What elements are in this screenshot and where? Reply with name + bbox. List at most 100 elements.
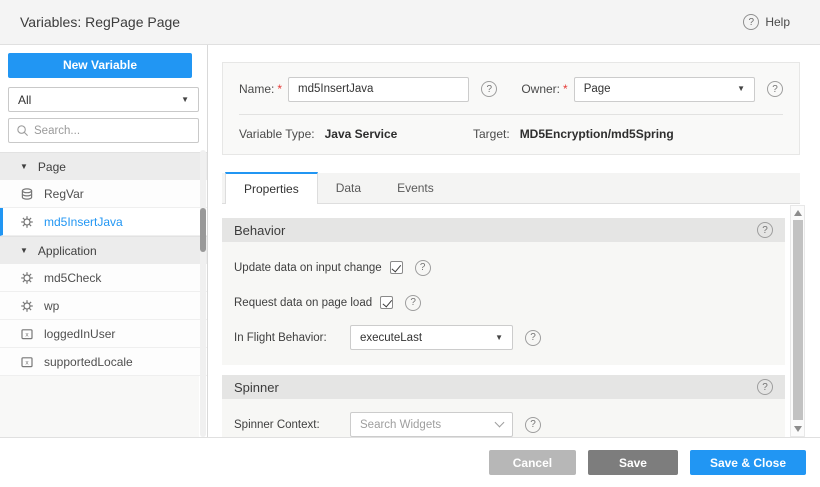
tab-events[interactable]: Events — [379, 172, 452, 203]
in-flight-behavior-row: In Flight Behavior: executeLast ▼ ? — [234, 320, 773, 355]
spinner-section-body: Spinner Context: Search Widgets ? — [222, 399, 785, 437]
name-help-icon[interactable]: ? — [481, 81, 497, 97]
in-flight-behavior-select[interactable]: executeLast ▼ — [350, 325, 513, 350]
behavior-help-icon[interactable]: ? — [757, 222, 773, 238]
variables-sidebar: New Variable All ▼ ▼ Page — [0, 45, 208, 437]
caret-down-icon: ▼ — [737, 85, 745, 93]
in-flight-behavior-value: executeLast — [360, 332, 422, 344]
owner-help-icon[interactable]: ? — [767, 81, 783, 97]
help-icon: ? — [743, 14, 759, 30]
service-variable-icon — [20, 215, 34, 229]
tree-item-label: RegVar — [44, 187, 84, 201]
required-marker: * — [563, 82, 568, 96]
tree-item-md5check[interactable]: md5Check — [0, 264, 207, 292]
service-variable-icon — [20, 299, 34, 313]
spinner-context-combobox[interactable]: Search Widgets — [350, 412, 513, 437]
svg-text:x: x — [25, 359, 29, 366]
tree-item-label: wp — [44, 299, 59, 313]
chevron-down-icon — [495, 418, 505, 428]
page-title: Variables: RegPage Page — [20, 14, 180, 30]
required-marker: * — [277, 82, 282, 96]
new-variable-button[interactable]: New Variable — [8, 53, 192, 78]
request-data-checkbox[interactable] — [380, 296, 393, 309]
search-icon — [16, 124, 29, 137]
collapse-arrow-icon: ▼ — [20, 247, 28, 255]
owner-value: Page — [584, 83, 611, 95]
target-label: Target: — [473, 127, 510, 141]
behavior-section-header: Behavior ? — [222, 218, 785, 242]
tree-item-wp[interactable]: wp — [0, 292, 207, 320]
tree-item-label: supportedLocale — [44, 355, 133, 369]
sidebar-scrollbar-thumb[interactable] — [200, 208, 206, 252]
spinner-section-header: Spinner ? — [222, 375, 785, 399]
tree-group-label: Application — [38, 244, 97, 258]
name-input[interactable] — [288, 77, 469, 102]
spinner-section-title: Spinner — [234, 380, 279, 395]
variable-filter-select[interactable]: All ▼ — [8, 87, 199, 112]
tree-item-label: loggedInUser — [44, 327, 115, 341]
behavior-section-body: Update data on input change ? Request da… — [222, 242, 785, 365]
tree-item-supportedlocale[interactable]: x supportedLocale — [0, 348, 207, 376]
variables-tree: ▼ Page RegVar md5Inser — [0, 152, 207, 376]
property-label: Spinner Context: — [234, 419, 350, 431]
property-label: Update data on input change — [234, 262, 382, 274]
content-scrollbar[interactable] — [790, 205, 805, 437]
property-help-icon[interactable]: ? — [525, 330, 541, 346]
dialog-footer: Cancel Save Save & Close — [0, 437, 820, 487]
tab-data[interactable]: Data — [318, 172, 379, 203]
dialog-header: Variables: RegPage Page ? Help — [0, 0, 820, 45]
variable-filter-value: All — [18, 93, 31, 107]
property-label: In Flight Behavior: — [234, 332, 350, 344]
tree-item-regvar[interactable]: RegVar — [0, 180, 207, 208]
tree-group-application[interactable]: ▼ Application — [0, 236, 207, 264]
sidebar-scrollbar[interactable] — [200, 150, 206, 437]
update-data-checkbox[interactable] — [390, 261, 403, 274]
type-target-row: Variable Type: Java Service Target: MD5E… — [223, 115, 799, 153]
tree-group-page[interactable]: ▼ Page — [0, 152, 207, 180]
tab-label: Properties — [244, 182, 299, 196]
tree-group-label: Page — [38, 160, 66, 174]
tab-label: Events — [397, 181, 434, 195]
collapse-arrow-icon: ▼ — [20, 163, 28, 171]
property-help-icon[interactable]: ? — [405, 295, 421, 311]
target-value: MD5Encryption/md5Spring — [520, 127, 674, 141]
cancel-button[interactable]: Cancel — [489, 450, 576, 475]
spinner-help-icon[interactable]: ? — [757, 379, 773, 395]
tab-label: Data — [336, 181, 361, 195]
spinner-section: Spinner ? Spinner Context: Search Widget… — [222, 375, 785, 437]
help-label: Help — [765, 15, 790, 29]
sidebar-empty-area — [0, 376, 199, 437]
tree-item-loggedinuser[interactable]: x loggedInUser — [0, 320, 207, 348]
service-variable-icon — [20, 271, 34, 285]
behavior-section: Behavior ? Update data on input change ?… — [222, 218, 785, 365]
scroll-down-arrow-icon[interactable] — [794, 426, 802, 432]
variable-search[interactable] — [8, 118, 199, 143]
tree-item-md5insertjava[interactable]: md5InsertJava — [0, 208, 207, 236]
svg-text:x: x — [25, 331, 29, 338]
variable-info-panel: Name: * ? Owner: * Page ▼ ? Variable Typ… — [222, 62, 800, 155]
request-data-on-page-load-row: Request data on page load ? — [234, 285, 773, 320]
save-button[interactable]: Save — [588, 450, 678, 475]
name-label: Name: — [239, 82, 274, 96]
search-input[interactable] — [34, 125, 191, 137]
scroll-up-arrow-icon[interactable] — [794, 210, 802, 216]
model-variable-icon: x — [20, 327, 34, 341]
detail-tabs: Properties Data Events — [222, 173, 800, 204]
spinner-context-row: Spinner Context: Search Widgets ? — [234, 407, 773, 437]
content-scrollbar-thumb[interactable] — [793, 220, 803, 420]
owner-label: Owner: — [521, 82, 560, 96]
save-and-close-button[interactable]: Save & Close — [690, 450, 806, 475]
tab-properties[interactable]: Properties — [225, 172, 318, 204]
caret-down-icon: ▼ — [495, 334, 503, 342]
model-variable-icon: x — [20, 355, 34, 369]
property-label: Request data on page load — [234, 297, 372, 309]
help-link[interactable]: ? Help — [743, 14, 790, 30]
database-variable-icon — [20, 187, 34, 201]
variable-type-label: Variable Type: — [239, 127, 315, 141]
property-help-icon[interactable]: ? — [525, 417, 541, 433]
owner-select[interactable]: Page ▼ — [574, 77, 755, 102]
spinner-context-placeholder: Search Widgets — [360, 419, 441, 431]
property-help-icon[interactable]: ? — [415, 260, 431, 276]
tree-item-label: md5InsertJava — [44, 215, 123, 229]
variables-dialog: Variables: RegPage Page ? Help New Varia… — [0, 0, 820, 487]
